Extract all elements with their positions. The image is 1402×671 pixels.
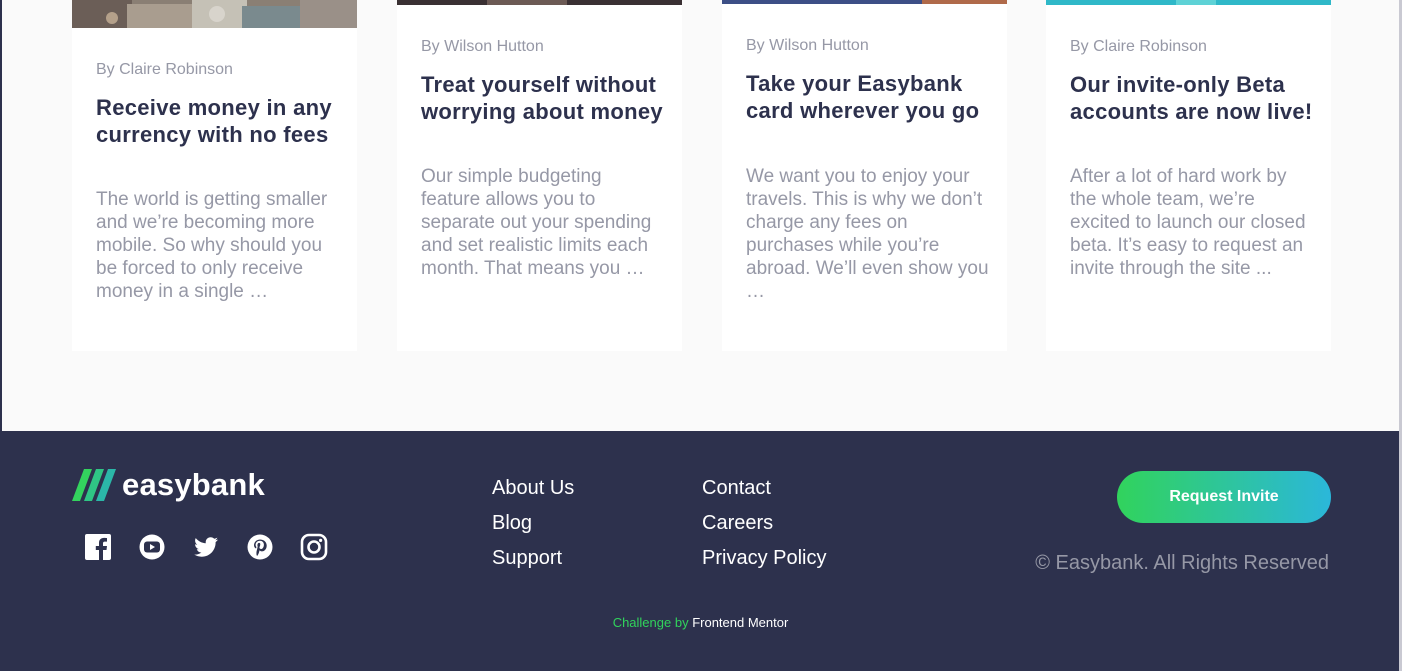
easybank-logo[interactable]: easybank (72, 467, 265, 503)
logo-text: easybank (122, 467, 265, 502)
article-card[interactable]: By Wilson Hutton Take your Easybank card… (722, 0, 1007, 351)
footer-links-primary: About Us Blog Support (492, 476, 574, 581)
article-title[interactable]: Treat yourself without worrying about mo… (421, 71, 666, 125)
article-excerpt: Our simple budgeting feature allows you … (421, 166, 652, 279)
pinterest-icon[interactable] (246, 533, 274, 561)
footer-links-secondary: Contact Careers Privacy Policy (702, 476, 826, 581)
article-excerpt: After a lot of hard work by the whole te… (1070, 166, 1306, 279)
article-author: By Claire Robinson (96, 61, 233, 78)
request-invite-button[interactable]: Request Invite (1117, 471, 1331, 523)
article-author: By Claire Robinson (1070, 38, 1207, 55)
about-us-link[interactable]: About Us (492, 476, 574, 511)
copyright-text: © Easybank. All Rights Reserved (1035, 552, 1329, 574)
article-card[interactable]: By Claire Robinson Our invite-only Beta … (1046, 0, 1331, 351)
frontend-mentor-link[interactable]: Frontend Mentor (692, 615, 788, 630)
article-title[interactable]: Receive money in any currency with no fe… (96, 94, 341, 148)
youtube-icon[interactable] (138, 533, 166, 561)
article-card[interactable]: By Claire Robinson Receive money in any … (72, 0, 357, 351)
facebook-icon[interactable] (84, 533, 112, 561)
attribution-lead: Challenge by (612, 615, 689, 630)
instagram-icon[interactable] (300, 533, 328, 561)
article-author: By Wilson Hutton (746, 37, 869, 54)
restaurant-image (397, 0, 682, 5)
article-card[interactable]: By Wilson Hutton Treat yourself without … (397, 0, 682, 351)
latest-articles-section: By Claire Robinson Receive money in any … (2, 0, 1399, 431)
article-excerpt: The world is getting smaller and we’re b… (96, 189, 328, 302)
support-link[interactable]: Support (492, 546, 574, 581)
logo-mark-icon (72, 469, 116, 501)
privacy-policy-link[interactable]: Privacy Policy (702, 546, 826, 581)
article-title[interactable]: Take your Easybank card wherever you go (746, 70, 991, 124)
careers-link[interactable]: Careers (702, 511, 826, 546)
attribution: Challenge by Frontend Mentor (2, 615, 1399, 630)
site-footer: easybank About Us Blog Support Contact C… (2, 431, 1399, 671)
blog-link[interactable]: Blog (492, 511, 574, 546)
confetti-image (1046, 0, 1331, 5)
contact-link[interactable]: Contact (702, 476, 826, 511)
article-excerpt: We want you to enjoy your travels. This … (746, 166, 989, 302)
article-author: By Wilson Hutton (421, 38, 544, 55)
currency-notes-image (72, 0, 357, 28)
twitter-icon[interactable] (192, 533, 220, 561)
plane-image (722, 0, 1007, 4)
article-title[interactable]: Our invite-only Beta accounts are now li… (1070, 71, 1315, 125)
